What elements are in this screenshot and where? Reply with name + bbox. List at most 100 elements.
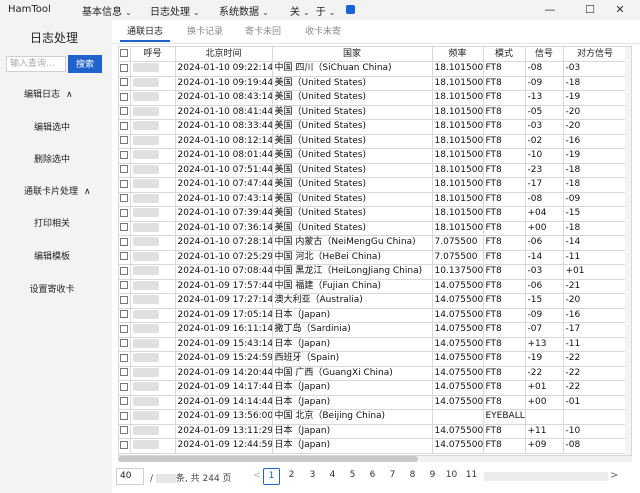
page-number-button[interactable]: 9 [424, 468, 441, 485]
table-row[interactable]: 2024-01-10 09:22:14 中国 四川（SiChuan China) 1… [119, 61, 628, 77]
table-row[interactable]: 2024-01-10 07:43:14 美国（United States) 18.1… [119, 192, 628, 207]
table-row[interactable]: 2024-01-10 07:47:44 美国（United States) 18.1… [119, 177, 628, 193]
table-row[interactable]: 2024-01-10 07:25:29 中国 河北（HeBei China) 7.0… [119, 250, 628, 265]
tab-card-exchange[interactable]: 换卡记录 [180, 24, 230, 42]
tab-qso-log[interactable]: 通联日志 [120, 24, 170, 42]
row-checkbox[interactable] [119, 90, 131, 106]
close-button[interactable]: ✕ [600, 0, 640, 20]
row-checkbox[interactable] [119, 337, 131, 352]
table-row[interactable]: 2024-01-10 08:12:14 美国（United States) 18.1… [119, 134, 628, 149]
table-row[interactable]: 2024-01-09 16:11:14 撒丁岛（Sardinia) 14.07550… [119, 322, 628, 338]
row-checkbox[interactable] [119, 308, 131, 323]
column-header-country[interactable]: 国家 [272, 47, 433, 62]
sidebar-item-edit-template[interactable]: 编辑模板 [0, 249, 104, 262]
page-number-button[interactable]: 2 [283, 468, 300, 485]
table-row[interactable]: 2024-01-09 12:44:59 日本（Japan) 14.075500 FT8… [119, 438, 628, 454]
row-checkbox[interactable] [119, 409, 131, 425]
table-row[interactable]: 2024-01-10 08:01:44 美国（United States) 18.1… [119, 148, 628, 164]
tab-received-not-sent[interactable]: 收卡未寄 [298, 24, 348, 42]
row-checkbox[interactable] [119, 76, 131, 91]
table-row[interactable]: 2024-01-10 07:28:14 中国 内蒙古（NeiMengGu Chin… [119, 235, 628, 251]
table-row[interactable]: 2024-01-09 13:56:00 中国 北京（Beijing China) E… [119, 409, 628, 425]
table-row[interactable]: 2024-01-10 08:41:44 美国（United States) 18.1… [119, 105, 628, 120]
beijing-time-cell: 2024-01-10 07:43:14 [175, 192, 273, 207]
row-checkbox[interactable] [119, 351, 131, 367]
table-row[interactable]: 2024-01-09 17:27:14 澳大利亚（Australia) 14.075… [119, 293, 628, 309]
column-header-callsign[interactable]: 呼号 [130, 47, 176, 62]
row-checkbox[interactable] [119, 177, 131, 193]
menu-system-data[interactable]: 系统数据 ⌄ [219, 3, 269, 18]
page-number-button[interactable]: 3 [304, 468, 321, 485]
table-row[interactable]: 2024-01-09 17:57:44 中国 福建（Fujian China) 14… [119, 279, 628, 294]
sidebar-item-delete-selected[interactable]: 删除选中 [0, 152, 104, 165]
page-number-button[interactable]: 8 [404, 468, 421, 485]
minimize-button[interactable]: — [530, 0, 570, 20]
table-row[interactable]: 2024-01-10 08:33:44 美国（United States) 18.1… [119, 119, 628, 135]
row-checkbox[interactable] [119, 192, 131, 207]
row-checkbox[interactable] [119, 424, 131, 439]
page-number-button[interactable]: 5 [344, 468, 361, 485]
table-row[interactable]: 2024-01-09 14:20:44 中国 广西（GuangXi China) 1… [119, 366, 628, 381]
column-header-their-signal[interactable]: 对方信号 [563, 47, 628, 62]
row-checkbox[interactable] [119, 279, 131, 294]
scrollbar-thumb[interactable] [118, 456, 418, 462]
page-number-button[interactable]: 10 [443, 468, 460, 485]
row-checkbox[interactable] [119, 119, 131, 135]
sidebar-item-print[interactable]: 打印相关 [0, 216, 104, 229]
column-header-mode[interactable]: 模式 [483, 47, 526, 62]
table-row[interactable]: 2024-01-10 07:51:44 美国（United States) 18.1… [119, 163, 628, 178]
tab-sent-not-returned[interactable]: 寄卡未回 [238, 24, 288, 42]
sidebar-group-qsl-card[interactable]: 通联卡片处理 ∧ [24, 184, 91, 197]
row-checkbox[interactable] [119, 366, 131, 381]
page-number-button[interactable]: 7 [384, 468, 401, 485]
row-checkbox[interactable] [119, 105, 131, 120]
table-row[interactable]: 2024-01-10 07:08:44 中国 黑龙江（HeiLongJiang C… [119, 264, 628, 280]
sidebar-group-edit-log[interactable]: 编辑日志 ∧ [24, 87, 73, 100]
row-checkbox[interactable] [119, 438, 131, 454]
theme-toggle-icon[interactable] [346, 5, 355, 14]
table-row[interactable]: 2024-01-10 07:39:44 美国（United States) 18.1… [119, 206, 628, 222]
vertical-scrollbar[interactable] [625, 47, 631, 455]
page-number-button[interactable]: 1 [263, 468, 280, 485]
row-checkbox[interactable] [119, 264, 131, 280]
row-checkbox[interactable] [119, 380, 131, 396]
table-row[interactable]: 2024-01-09 14:17:44 日本（Japan) 14.075500 FT8… [119, 380, 628, 396]
column-header-frequency[interactable]: 频率 [432, 47, 484, 62]
search-button[interactable]: 搜索 [68, 55, 102, 73]
column-header-signal[interactable]: 信号 [525, 47, 564, 62]
table-row[interactable]: 2024-01-09 15:43:14 日本（Japan) 14.075500 FT8… [119, 337, 628, 352]
row-checkbox[interactable] [119, 250, 131, 265]
table-row[interactable]: 2024-01-10 09:19:44 美国（United States) 18.1… [119, 76, 628, 91]
page-number-button[interactable]: 6 [364, 468, 381, 485]
select-all-checkbox[interactable] [119, 47, 131, 62]
search-input[interactable] [6, 56, 66, 72]
table-row[interactable]: 2024-01-09 13:11:29 日本（Japan) 14.075500 FT8… [119, 424, 628, 439]
row-checkbox[interactable] [119, 221, 131, 236]
row-checkbox[interactable] [119, 322, 131, 338]
table-row[interactable]: 2024-01-10 08:43:14 美国（United States) 18.1… [119, 90, 628, 106]
row-checkbox[interactable] [119, 61, 131, 77]
row-checkbox[interactable] [119, 148, 131, 164]
table-row[interactable]: 2024-01-09 15:24:59 西班牙（Spain) 14.075500 FT… [119, 351, 628, 367]
menu-basic-info[interactable]: 基本信息 ⌄ [82, 3, 132, 18]
prev-page-button[interactable]: < [253, 470, 261, 481]
sidebar-item-set-send-receive[interactable]: 设置寄收卡 [0, 282, 104, 295]
table-row[interactable]: 2024-01-09 17:05:14 日本（Japan) 14.075500 FT8… [119, 308, 628, 323]
column-header-beijing-time[interactable]: 北京时间 [175, 47, 273, 62]
table-row[interactable]: 2024-01-10 07:36:14 美国（United States) 18.1… [119, 221, 628, 236]
row-checkbox[interactable] [119, 293, 131, 309]
page-size-input[interactable]: 40 [116, 468, 144, 485]
page-number-button[interactable]: 11 [463, 468, 480, 485]
menu-log-processing[interactable]: 日志处理 ⌄ [150, 3, 200, 18]
row-checkbox[interactable] [119, 163, 131, 178]
row-checkbox[interactable] [119, 395, 131, 410]
menu-about[interactable]: 关 ⌄ 于 ⌄ [290, 3, 335, 18]
row-checkbox[interactable] [119, 134, 131, 149]
row-checkbox[interactable] [119, 206, 131, 222]
page-number-button[interactable]: 4 [324, 468, 341, 485]
sidebar-item-edit-selected[interactable]: 编辑选中 [0, 120, 104, 133]
row-checkbox[interactable] [119, 235, 131, 251]
table-row[interactable]: 2024-01-09 14:14:44 日本（Japan) 14.075500 FT8… [119, 395, 628, 410]
horizontal-scrollbar[interactable] [118, 456, 632, 462]
next-page-button[interactable]: > [610, 470, 618, 481]
